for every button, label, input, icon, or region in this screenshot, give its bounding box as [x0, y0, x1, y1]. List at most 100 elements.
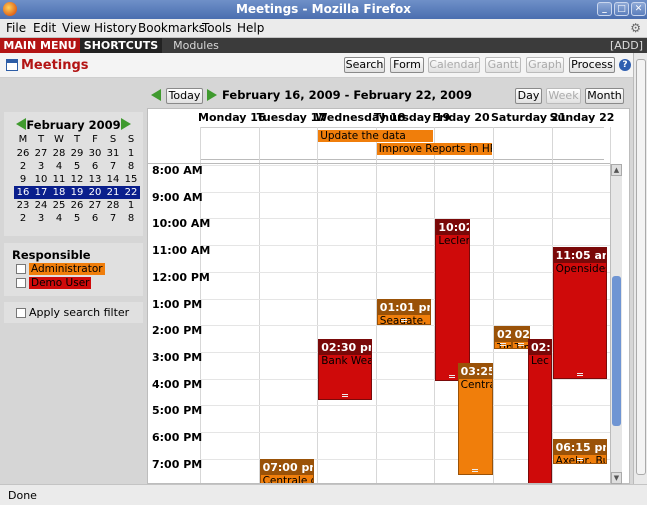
resize-handle-icon[interactable]	[576, 372, 583, 376]
week-row[interactable]: 26 27 28 29 30 31 1	[14, 147, 140, 160]
day-cell[interactable]: 30	[86, 147, 104, 160]
calendar-event[interactable]: 01:01 pmSeagate, C	[376, 299, 431, 326]
calendar-event[interactable]: 10:02Leclerc	[435, 219, 470, 382]
day-cell[interactable]: 31	[104, 147, 122, 160]
resize-handle-icon[interactable]	[576, 458, 583, 462]
all-day-event[interactable]: Improve Reports in HRM	[376, 143, 492, 155]
menu-tools[interactable]: Tools	[202, 21, 232, 35]
day-cell[interactable]: 2	[14, 160, 32, 173]
nav-modules[interactable]: Modules	[165, 38, 227, 53]
graph-button[interactable]: Graph	[526, 57, 564, 73]
resize-handle-icon[interactable]	[517, 343, 524, 347]
day-cell[interactable]: 15	[122, 173, 140, 186]
day-view-button[interactable]: Day	[515, 88, 542, 104]
nav-add-link[interactable]: [ADD]	[610, 38, 643, 53]
day-cell[interactable]: 5	[68, 212, 86, 225]
calendar-event[interactable]: 06:15 pmAxelor, Bug	[552, 438, 607, 465]
day-cell[interactable]: 22	[122, 186, 140, 199]
day-header[interactable]: Monday 16	[198, 109, 266, 127]
day-cell[interactable]: 27	[86, 199, 104, 212]
day-cell[interactable]: 21	[104, 186, 122, 199]
day-cell[interactable]: 23	[14, 199, 32, 212]
menu-history[interactable]: History	[94, 21, 137, 35]
day-cell[interactable]: 3	[32, 212, 50, 225]
day-cell[interactable]: 14	[104, 173, 122, 186]
day-cell[interactable]: 12	[68, 173, 86, 186]
day-cell[interactable]: 2	[14, 212, 32, 225]
day-cell[interactable]: 26	[68, 199, 86, 212]
calendar-event[interactable]: 11:05 amOpensides	[552, 247, 607, 379]
next-week-icon[interactable]	[207, 89, 217, 101]
day-cell[interactable]: 3	[32, 160, 50, 173]
week-calendar[interactable]: Monday 16 Tuesday 17 Wednesday 18 Thursday …	[147, 108, 630, 484]
menu-view[interactable]: View	[62, 21, 90, 35]
prev-week-icon[interactable]	[151, 89, 161, 101]
day-cell[interactable]: 4	[50, 212, 68, 225]
resize-handle-icon[interactable]	[500, 343, 507, 347]
maximize-icon[interactable]: □	[614, 2, 629, 16]
day-cell[interactable]: 9	[14, 173, 32, 186]
next-month-icon[interactable]	[121, 118, 131, 130]
resize-handle-icon[interactable]	[449, 375, 456, 379]
apply-filter-checkbox[interactable]	[16, 308, 26, 318]
search-button[interactable]: Search	[344, 57, 385, 73]
day-cell[interactable]: 6	[86, 160, 104, 173]
day-cell[interactable]: 27	[32, 147, 50, 160]
week-row[interactable]: 2345678	[14, 212, 140, 225]
day-cell[interactable]: 26	[14, 147, 32, 160]
day-cell[interactable]: 1	[122, 147, 140, 160]
selected-week-row[interactable]: 16 17 18 19 20 21 22	[14, 186, 140, 199]
calendar-event[interactable]: 02:30 pmBank Wealth	[318, 338, 373, 400]
week-row[interactable]: 23 24 25 26 27 28 1	[14, 199, 140, 212]
calendar-event[interactable]: 02:02:Tin	[494, 326, 513, 350]
day-cell[interactable]: 11	[50, 173, 68, 186]
minimize-icon[interactable]: _	[597, 2, 612, 16]
demo-user-checkbox[interactable]	[16, 278, 26, 288]
today-button[interactable]: Today	[166, 88, 203, 104]
calendar-event[interactable]: 07:00 pmCentrale d'I	[259, 458, 314, 483]
day-header[interactable]: Friday 20	[432, 109, 489, 127]
resize-handle-icon[interactable]	[472, 468, 479, 472]
menu-bookmarks[interactable]: Bookmarks	[138, 21, 205, 35]
administrator-checkbox[interactable]	[16, 264, 26, 274]
day-cell[interactable]: 28	[104, 199, 122, 212]
day-cell[interactable]: 28	[50, 147, 68, 160]
day-cell[interactable]: 17	[32, 186, 50, 199]
day-cell[interactable]: 8	[122, 212, 140, 225]
day-cell[interactable]: 7	[104, 212, 122, 225]
day-header[interactable]: Sunday 22	[550, 109, 615, 127]
help-icon[interactable]: ?	[619, 59, 631, 71]
resize-handle-icon[interactable]	[400, 319, 407, 323]
form-button[interactable]: Form	[390, 57, 424, 73]
day-cell[interactable]: 7	[104, 160, 122, 173]
day-cell[interactable]: 13	[86, 173, 104, 186]
calendar-event[interactable]: 03:25Centrale	[457, 363, 493, 475]
close-icon[interactable]: ✕	[631, 2, 646, 16]
page-scroll-thumb[interactable]	[636, 59, 646, 475]
day-cell[interactable]: 6	[86, 212, 104, 225]
day-cell[interactable]: 20	[86, 186, 104, 199]
scroll-down-icon[interactable]: ▼	[611, 472, 622, 484]
week-row[interactable]: 9 10 11 12 13 14 15	[14, 173, 140, 186]
day-cell[interactable]: 19	[68, 186, 86, 199]
day-cell[interactable]: 24	[32, 199, 50, 212]
calendar-scroll-thumb[interactable]	[612, 276, 621, 426]
day-cell[interactable]: 10	[32, 173, 50, 186]
menu-edit[interactable]: Edit	[33, 21, 56, 35]
menu-file[interactable]: File	[6, 21, 26, 35]
process-button[interactable]: Process	[569, 57, 615, 73]
resize-handle-icon[interactable]	[342, 393, 349, 397]
day-cell[interactable]: 1	[122, 199, 140, 212]
menu-help[interactable]: Help	[237, 21, 264, 35]
nav-shortcuts[interactable]: SHORTCUTS	[80, 38, 162, 53]
day-cell[interactable]: 8	[122, 160, 140, 173]
day-cell[interactable]: 4	[50, 160, 68, 173]
day-cell[interactable]: 29	[68, 147, 86, 160]
day-cell[interactable]: 5	[68, 160, 86, 173]
day-cell[interactable]: 16	[14, 186, 32, 199]
page-scrollbar[interactable]	[633, 53, 647, 484]
nav-main-menu[interactable]: MAIN MENU	[0, 38, 80, 53]
week-view-button[interactable]: Week	[546, 88, 581, 104]
day-cell[interactable]: 18	[50, 186, 68, 199]
month-view-button[interactable]: Month	[585, 88, 624, 104]
